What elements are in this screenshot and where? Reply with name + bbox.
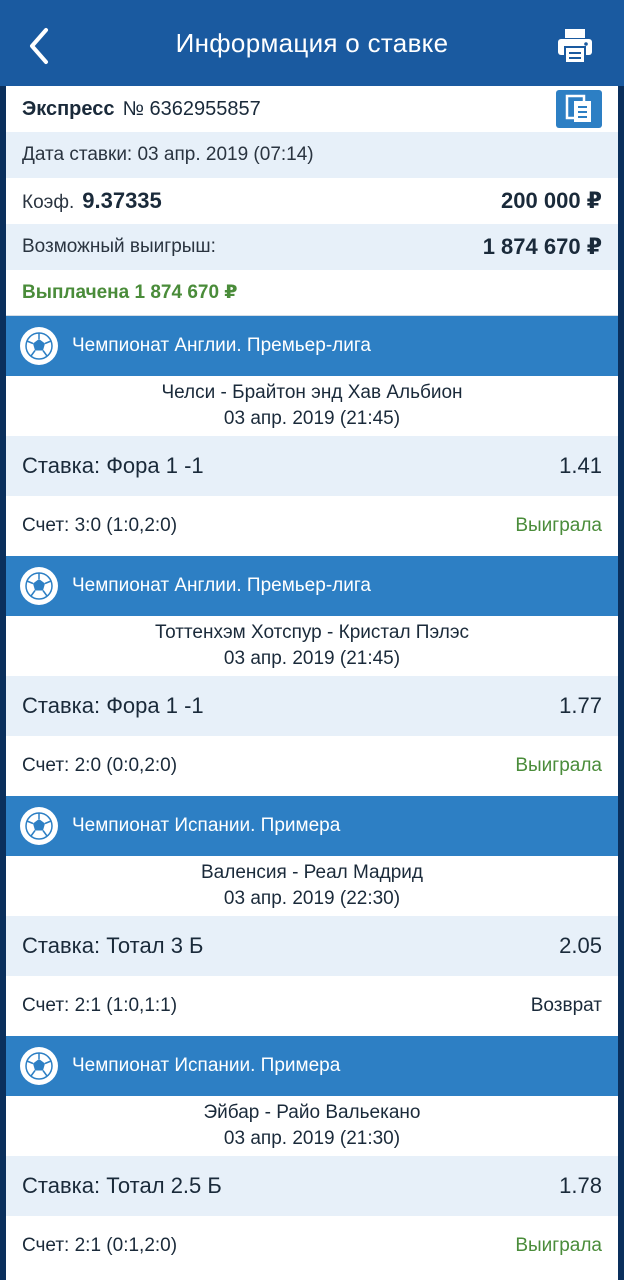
event-league-header: Чемпионат Англии. Премьер-лига bbox=[6, 316, 618, 376]
bet-number: № 6362955857 bbox=[122, 97, 261, 120]
match-info: Челси - Брайтон энд Хав Альбион 03 апр. … bbox=[6, 376, 618, 436]
bet-coef: 1.78 bbox=[559, 1173, 602, 1198]
league-name: Чемпионат Англии. Премьер-лига bbox=[72, 335, 371, 356]
match-info: Тоттенхэм Хотспур - Кристал Пэлэс 03 апр… bbox=[6, 616, 618, 676]
top-bar: Информация о ставке bbox=[0, 0, 624, 86]
stake-amount: 200 000 ₽ bbox=[501, 188, 602, 213]
match-date: 03 апр. 2019 (21:30) bbox=[223, 1128, 401, 1149]
coef-row: Коэф. 9.37335 200 000 ₽ bbox=[6, 178, 618, 224]
bet-selection: Ставка: Тотал 3 Б bbox=[22, 933, 204, 958]
event-league-header: Чемпионат Испании. Примера bbox=[6, 796, 618, 856]
match-teams: Эйбар - Райо Вальекано bbox=[203, 1102, 421, 1123]
bet-selection-row: Ставка: Фора 1 -1 1.77 bbox=[6, 676, 618, 736]
bet-type: Экспресс bbox=[22, 97, 115, 120]
bet-selection: Ставка: Фора 1 -1 bbox=[22, 453, 204, 478]
paid-status: Выплачена 1 874 670 ₽ bbox=[22, 282, 238, 303]
bet-result: Выиграла bbox=[515, 755, 602, 776]
bet-result: Выиграла bbox=[515, 1235, 602, 1256]
bet-card: Экспресс № 6362955857 Дата ставки: 03 ап… bbox=[6, 86, 618, 1280]
league-name: Чемпионат Испании. Примера bbox=[72, 1055, 341, 1076]
match-date: 03 апр. 2019 (21:45) bbox=[223, 408, 401, 429]
league-name: Чемпионат Англии. Премьер-лига bbox=[72, 575, 371, 596]
bet-coef: 2.05 bbox=[559, 933, 602, 958]
bet-selection-row: Ставка: Тотал 2.5 Б 1.78 bbox=[6, 1156, 618, 1216]
possible-win-row: Возможный выигрыш: 1 874 670 ₽ bbox=[6, 224, 618, 270]
soccer-ball-icon bbox=[20, 567, 58, 605]
match-score: Счет: 2:1 (0:1,2:0) bbox=[22, 1235, 178, 1256]
bet-selection-row: Ставка: Фора 1 -1 1.41 bbox=[6, 436, 618, 496]
match-teams: Челси - Брайтон энд Хав Альбион bbox=[161, 382, 463, 403]
bet-result: Выиграла bbox=[515, 515, 602, 536]
coef-label: Коэф. bbox=[22, 192, 75, 213]
events-list: Чемпионат Англии. Премьер-лига Челси - Б… bbox=[6, 316, 618, 1276]
printer-icon bbox=[558, 29, 592, 64]
soccer-ball-icon bbox=[20, 1047, 58, 1085]
event-item: Чемпионат Испании. Примера Валенсия - Ре… bbox=[6, 796, 618, 1036]
coef-value: 9.37335 bbox=[82, 188, 162, 213]
event-item: Чемпионат Англии. Премьер-лига Тоттенхэм… bbox=[6, 556, 618, 796]
bet-selection-row: Ставка: Тотал 3 Б 2.05 bbox=[6, 916, 618, 976]
league-name: Чемпионат Испании. Примера bbox=[72, 815, 341, 836]
match-score: Счет: 2:0 (0:0,2:0) bbox=[22, 755, 178, 776]
soccer-ball-icon bbox=[20, 807, 58, 845]
bet-coef: 1.41 bbox=[559, 453, 602, 478]
page-title: Информация о ставке bbox=[175, 27, 449, 58]
match-date: 03 апр. 2019 (21:45) bbox=[223, 648, 401, 669]
match-teams: Тоттенхэм Хотспур - Кристал Пэлэс bbox=[154, 622, 470, 643]
paid-row: Выплачена 1 874 670 ₽ bbox=[6, 270, 618, 316]
back-button[interactable] bbox=[22, 26, 56, 66]
score-row: Счет: 2:1 (0:1,2:0) Выиграла bbox=[6, 1216, 618, 1276]
bet-date: Дата ставки: 03 апр. 2019 (07:14) bbox=[22, 144, 314, 165]
match-teams: Валенсия - Реал Мадрид bbox=[201, 862, 423, 883]
match-score: Счет: 3:0 (1:0,2:0) bbox=[22, 515, 178, 536]
copy-icon bbox=[565, 94, 591, 122]
bet-coef: 1.77 bbox=[559, 693, 602, 718]
bet-selection: Ставка: Тотал 2.5 Б bbox=[22, 1173, 222, 1198]
score-row: Счет: 3:0 (1:0,2:0) Выиграла bbox=[6, 496, 618, 556]
possible-win-value: 1 874 670 ₽ bbox=[482, 234, 602, 259]
match-info: Эйбар - Райо Вальекано 03 апр. 2019 (21:… bbox=[6, 1096, 618, 1156]
event-league-header: Чемпионат Англии. Премьер-лига bbox=[6, 556, 618, 616]
bet-selection: Ставка: Фора 1 -1 bbox=[22, 693, 204, 718]
chevron-left-icon bbox=[30, 28, 48, 64]
print-button[interactable] bbox=[556, 27, 594, 65]
event-league-header: Чемпионат Испании. Примера bbox=[6, 1036, 618, 1096]
bet-date-row: Дата ставки: 03 апр. 2019 (07:14) bbox=[6, 132, 618, 178]
bet-result: Возврат bbox=[530, 995, 602, 1016]
copy-button[interactable] bbox=[556, 90, 602, 128]
score-row: Счет: 2:1 (1:0,1:1) Возврат bbox=[6, 976, 618, 1036]
match-info: Валенсия - Реал Мадрид 03 апр. 2019 (22:… bbox=[6, 856, 618, 916]
match-score: Счет: 2:1 (1:0,1:1) bbox=[22, 995, 178, 1016]
score-row: Счет: 2:0 (0:0,2:0) Выиграла bbox=[6, 736, 618, 796]
event-item: Чемпионат Испании. Примера Эйбар - Райо … bbox=[6, 1036, 618, 1276]
express-row: Экспресс № 6362955857 bbox=[6, 86, 618, 132]
event-item: Чемпионат Англии. Премьер-лига Челси - Б… bbox=[6, 316, 618, 556]
match-date: 03 апр. 2019 (22:30) bbox=[223, 888, 401, 909]
soccer-ball-icon bbox=[20, 327, 58, 365]
possible-win-label: Возможный выигрыш: bbox=[22, 236, 216, 257]
